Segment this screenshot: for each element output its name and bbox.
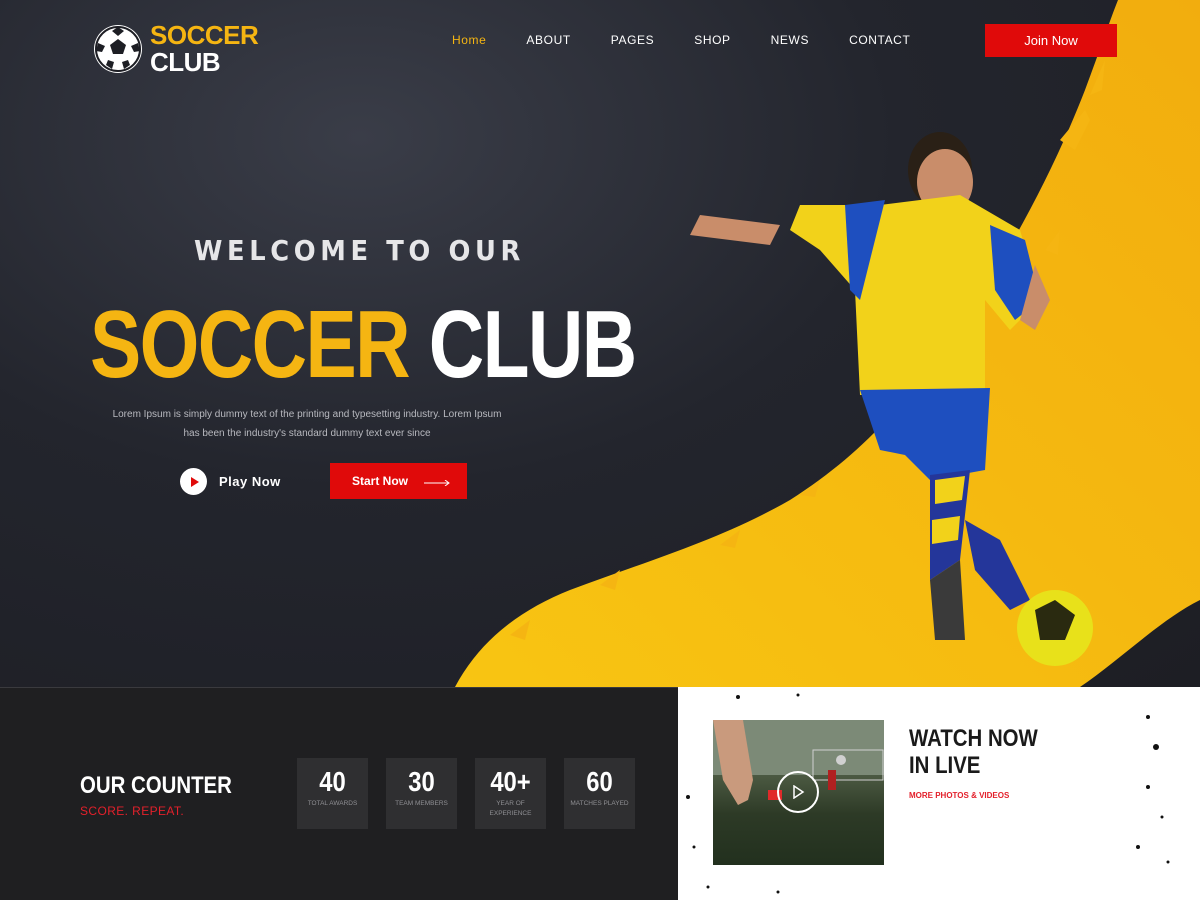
- stat-value: 60: [586, 766, 613, 797]
- stat-card: 30 TEAM MEMBERS: [386, 758, 457, 829]
- nav-item-pages[interactable]: PAGES: [611, 33, 654, 47]
- stat-card: 40+ YEAR OF EXPERIENCE: [475, 758, 546, 829]
- hero-headline-white: CLUB: [428, 291, 637, 398]
- brand-name-line1: SOCCER: [150, 20, 259, 50]
- nav-item-shop[interactable]: SHOP: [694, 33, 730, 47]
- watch-live-section: WATCH NOW IN LIVE MORE PHOTOS & VIDEOS: [678, 687, 1200, 900]
- play-icon: [793, 785, 805, 799]
- play-now-button[interactable]: Play Now: [180, 468, 281, 495]
- nav-item-about[interactable]: ABOUT: [526, 33, 570, 47]
- brand-logo[interactable]: SOCCER CLUB: [94, 20, 259, 77]
- stat-label: TOTAL AWARDS: [307, 800, 358, 807]
- stat-label: MATCHES PLAYED: [570, 800, 629, 807]
- play-icon: [180, 468, 207, 495]
- start-now-label: Start Now: [352, 474, 409, 488]
- stat-label: YEAR OF EXPERIENCE: [489, 800, 532, 817]
- nav-item-news[interactable]: NEWS: [771, 33, 809, 47]
- hero-section: SOCCER CLUB Home ABOUT PAGES SHOP NEWS C…: [0, 0, 1200, 687]
- start-now-button[interactable]: Start Now: [330, 463, 467, 499]
- arrow-right-icon: [424, 480, 450, 486]
- soccer-ball-icon: [94, 25, 142, 73]
- stat-value: 30: [408, 766, 435, 797]
- stat-card: 40 TOTAL AWARDS: [297, 758, 368, 829]
- stat-card: 60 MATCHES PLAYED: [564, 758, 635, 829]
- hero-description-line2: has been the industry's standard dummy t…: [183, 428, 431, 439]
- counter-section: OUR COUNTER SCORE. REPEAT. 40 TOTAL AWAR…: [0, 687, 678, 900]
- hero-headline: SOCCER CLUB: [90, 290, 637, 400]
- main-nav: Home ABOUT PAGES SHOP NEWS CONTACT: [452, 33, 950, 47]
- video-thumbnail[interactable]: [713, 720, 884, 865]
- nav-item-home[interactable]: Home: [452, 33, 486, 47]
- hero-welcome: WELCOME TO OUR: [194, 234, 525, 267]
- stat-label: TEAM MEMBERS: [395, 800, 448, 807]
- video-play-button[interactable]: [777, 771, 819, 813]
- counter-subtitle: SCORE. REPEAT.: [80, 804, 185, 818]
- play-now-label: Play Now: [219, 474, 281, 489]
- nav-item-contact[interactable]: CONTACT: [849, 33, 910, 47]
- counter-title: OUR COUNTER: [80, 772, 232, 799]
- join-now-button[interactable]: Join Now: [985, 24, 1117, 57]
- brand-name-line2: CLUB: [150, 47, 221, 77]
- hero-description: Lorem Ipsum is simply dummy text of the …: [102, 405, 512, 443]
- stat-value: 40: [319, 766, 346, 797]
- stat-value: 40+: [490, 766, 531, 797]
- more-photos-videos-link[interactable]: MORE PHOTOS & VIDEOS: [909, 791, 1009, 800]
- watch-live-title: WATCH NOW IN LIVE: [909, 725, 1038, 779]
- hero-description-line1: Lorem Ipsum is simply dummy text of the …: [112, 409, 502, 420]
- hero-headline-yellow: SOCCER: [90, 291, 411, 398]
